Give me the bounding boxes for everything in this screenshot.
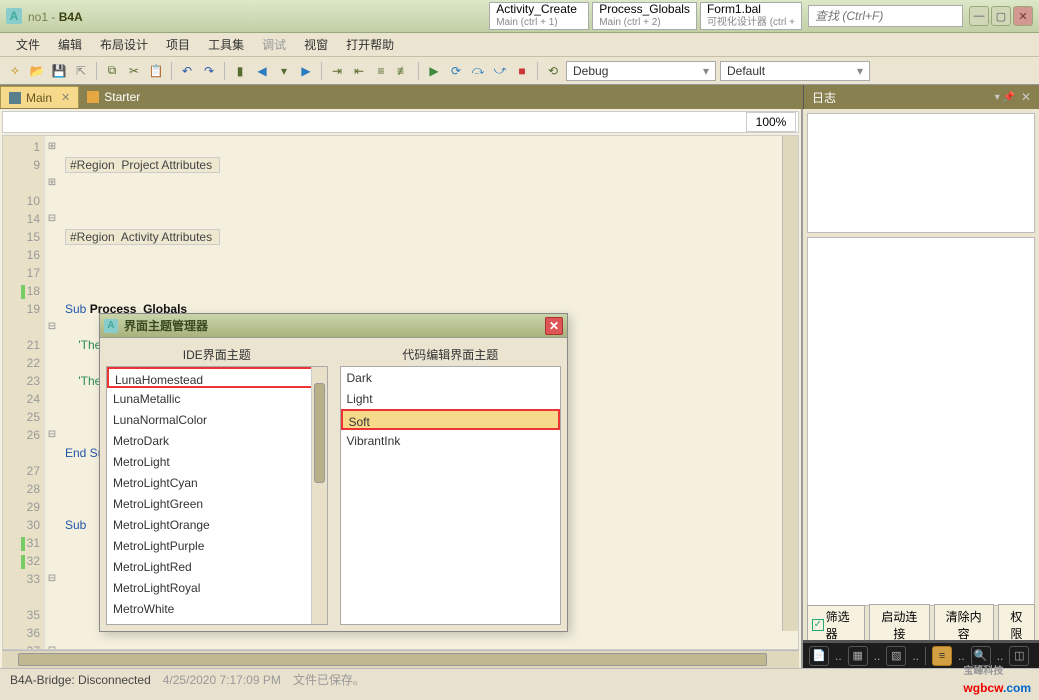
timestamp: 4/25/2020 7:17:09 PM — [163, 673, 281, 687]
refresh-icon[interactable]: ⟲ — [544, 62, 562, 80]
search-input[interactable] — [808, 5, 963, 27]
dialog-icon: A — [104, 319, 118, 333]
log-panel: ✓筛选器 启动连接 清除内容 权限 📄 .. ▦ .. ▧ .. ≡ .. 🔍 … — [803, 109, 1039, 668]
menu-bar: 文件 编辑 布局设计 项目 工具集 调试 视窗 打开帮助 — [0, 33, 1039, 57]
redo-icon[interactable]: ↷ — [200, 62, 218, 80]
status-bar: B4A-Bridge: Disconnected 4/25/2020 7:17:… — [0, 668, 1039, 690]
log-panel-title: 日志 ▾ 📌 ✕ — [803, 85, 1039, 109]
menu-edit[interactable]: 编辑 — [50, 33, 90, 56]
list-item[interactable]: MetroLightCyan — [107, 472, 327, 493]
lib-icon[interactable]: ▦ — [848, 646, 868, 666]
ide-theme-list[interactable]: LunaHomesteadLunaMetallicLunaNormalColor… — [106, 366, 328, 625]
target-select[interactable]: Default — [720, 61, 870, 81]
horizontal-scrollbar[interactable] — [2, 650, 799, 668]
list-item[interactable]: MetroWhite — [107, 598, 327, 619]
theme-manager-dialog: A 界面主题管理器 ✕ IDE界面主题 LunaHomesteadLunaMet… — [99, 313, 568, 632]
nav-item[interactable]: Process_GlobalsMain (ctrl + 2) — [592, 2, 697, 30]
save-status: 文件已保存。 — [293, 671, 365, 688]
step-over-icon[interactable]: ⤼ — [469, 62, 487, 80]
menu-help[interactable]: 打开帮助 — [338, 33, 402, 56]
list-item[interactable]: MetroDark — [107, 430, 327, 451]
tab-main[interactable]: Main ✕ — [0, 86, 79, 108]
list-item[interactable]: MetroLightRed — [107, 556, 327, 577]
nav-crumbs: Activity_CreateMain (ctrl + 1) Process_G… — [489, 2, 802, 30]
log-area-1[interactable] — [807, 113, 1035, 233]
paste-icon[interactable]: 📋 — [147, 62, 165, 80]
bridge-status: B4A-Bridge: Disconnected — [10, 673, 151, 687]
list-item[interactable]: Soft — [341, 409, 561, 430]
tab-close-icon[interactable]: ✕ — [61, 91, 70, 104]
list-item[interactable]: LunaNormalColor — [107, 409, 327, 430]
log-icon[interactable]: ≡ — [932, 646, 952, 666]
toolbar: ✧ 📂 💾 ⇱ ⧉ ✂ 📋 ↶ ↷ ▮ ◀ ▾ ▶ ⇥ ⇤ ≡ ≢ ▶ ⟳ ⤼ … — [0, 57, 1039, 85]
run-icon[interactable]: ▶ — [425, 62, 443, 80]
fold-column[interactable]: ⊞⊞⊟⊟⊟⊟⊟ — [45, 136, 59, 649]
list-item[interactable]: VibrantInk — [341, 430, 561, 451]
breadcrumb-bar: 100% — [2, 111, 799, 133]
maximize-button[interactable]: ▢ — [991, 6, 1011, 26]
list-item[interactable]: Dark — [341, 367, 561, 388]
dialog-close-button[interactable]: ✕ — [545, 317, 563, 335]
nav-item[interactable]: Form1.bal可视化设计器 (ctrl + — [700, 2, 802, 30]
stop-icon[interactable]: ■ — [513, 62, 531, 80]
files-icon[interactable]: ▧ — [886, 646, 906, 666]
list-item[interactable]: MetroLightGreen — [107, 493, 327, 514]
menu-debug[interactable]: 调试 — [254, 33, 294, 56]
list-item[interactable]: LunaHomestead — [107, 367, 327, 388]
service-icon — [87, 91, 99, 103]
dialog-title-bar[interactable]: A 界面主题管理器 ✕ — [100, 314, 567, 338]
app-icon: A — [6, 8, 22, 24]
cut-icon[interactable]: ✂ — [125, 62, 143, 80]
watermark: 宝峰科技 wgbcw.com — [963, 661, 1031, 697]
list-item[interactable]: MetroLightPurple — [107, 535, 327, 556]
window-title: no1 - B4A — [28, 9, 83, 24]
list-item[interactable]: LunaMetallic — [107, 388, 327, 409]
menu-project[interactable]: 项目 — [158, 33, 198, 56]
menu-file[interactable]: 文件 — [8, 33, 48, 56]
comment-icon[interactable]: ≡ — [372, 62, 390, 80]
export-icon[interactable]: ⇱ — [72, 62, 90, 80]
title-bar: A no1 - B4A Activity_CreateMain (ctrl + … — [0, 0, 1039, 33]
menu-window[interactable]: 视窗 — [296, 33, 336, 56]
filter-checkbox[interactable]: ✓筛选器 — [807, 605, 865, 645]
save-icon[interactable]: 💾 — [50, 62, 68, 80]
ide-theme-label: IDE界面主题 — [106, 344, 328, 366]
vertical-scrollbar[interactable] — [782, 136, 798, 631]
list-item[interactable]: MetroLight — [107, 451, 327, 472]
log-close-icon[interactable]: ✕ — [1021, 90, 1031, 104]
nav-fwd-icon[interactable]: ▶ — [297, 62, 315, 80]
scrollbar[interactable] — [311, 367, 327, 624]
tabs-row: Main ✕ Starter 日志 ▾ 📌 ✕ — [0, 85, 1039, 109]
undo-icon[interactable]: ↶ — [178, 62, 196, 80]
bookmark-icon[interactable]: ▮ — [231, 62, 249, 80]
close-button[interactable]: ✕ — [1013, 6, 1033, 26]
log-area-2[interactable] — [807, 237, 1035, 606]
list-item[interactable]: Light — [341, 388, 561, 409]
nav-item[interactable]: Activity_CreateMain (ctrl + 1) — [489, 2, 589, 30]
copy-icon[interactable]: ⧉ — [103, 62, 121, 80]
module-icon — [9, 92, 21, 104]
new-icon[interactable]: ✧ — [6, 62, 24, 80]
code-theme-list[interactable]: DarkLightSoftVibrantInk — [340, 366, 562, 625]
minimize-button[interactable]: — — [969, 6, 989, 26]
dropdown-icon[interactable]: ▾ — [275, 62, 293, 80]
step-icon[interactable]: ⟳ — [447, 62, 465, 80]
indent-icon[interactable]: ⇥ — [328, 62, 346, 80]
menu-layout[interactable]: 布局设计 — [92, 33, 156, 56]
tab-starter[interactable]: Starter — [79, 86, 148, 108]
config-select[interactable]: Debug — [566, 61, 716, 81]
nav-back-icon[interactable]: ◀ — [253, 62, 271, 80]
zoom-level[interactable]: 100% — [746, 112, 796, 132]
menu-tools[interactable]: 工具集 — [200, 33, 252, 56]
open-icon[interactable]: 📂 — [28, 62, 46, 80]
list-item[interactable]: MetroLightRoyal — [107, 577, 327, 598]
pin-icon[interactable]: ▾ 📌 — [995, 92, 1015, 103]
step-out-icon[interactable]: ⤻ — [491, 62, 509, 80]
list-item[interactable]: MetroLightOrange — [107, 514, 327, 535]
line-gutter: 1910141516171819212223242526272829303132… — [3, 136, 45, 649]
outdent-icon[interactable]: ⇤ — [350, 62, 368, 80]
code-theme-label: 代码编辑界面主题 — [340, 344, 562, 366]
uncomment-icon[interactable]: ≢ — [394, 62, 412, 80]
panel-icon[interactable]: 📄 — [809, 646, 829, 666]
